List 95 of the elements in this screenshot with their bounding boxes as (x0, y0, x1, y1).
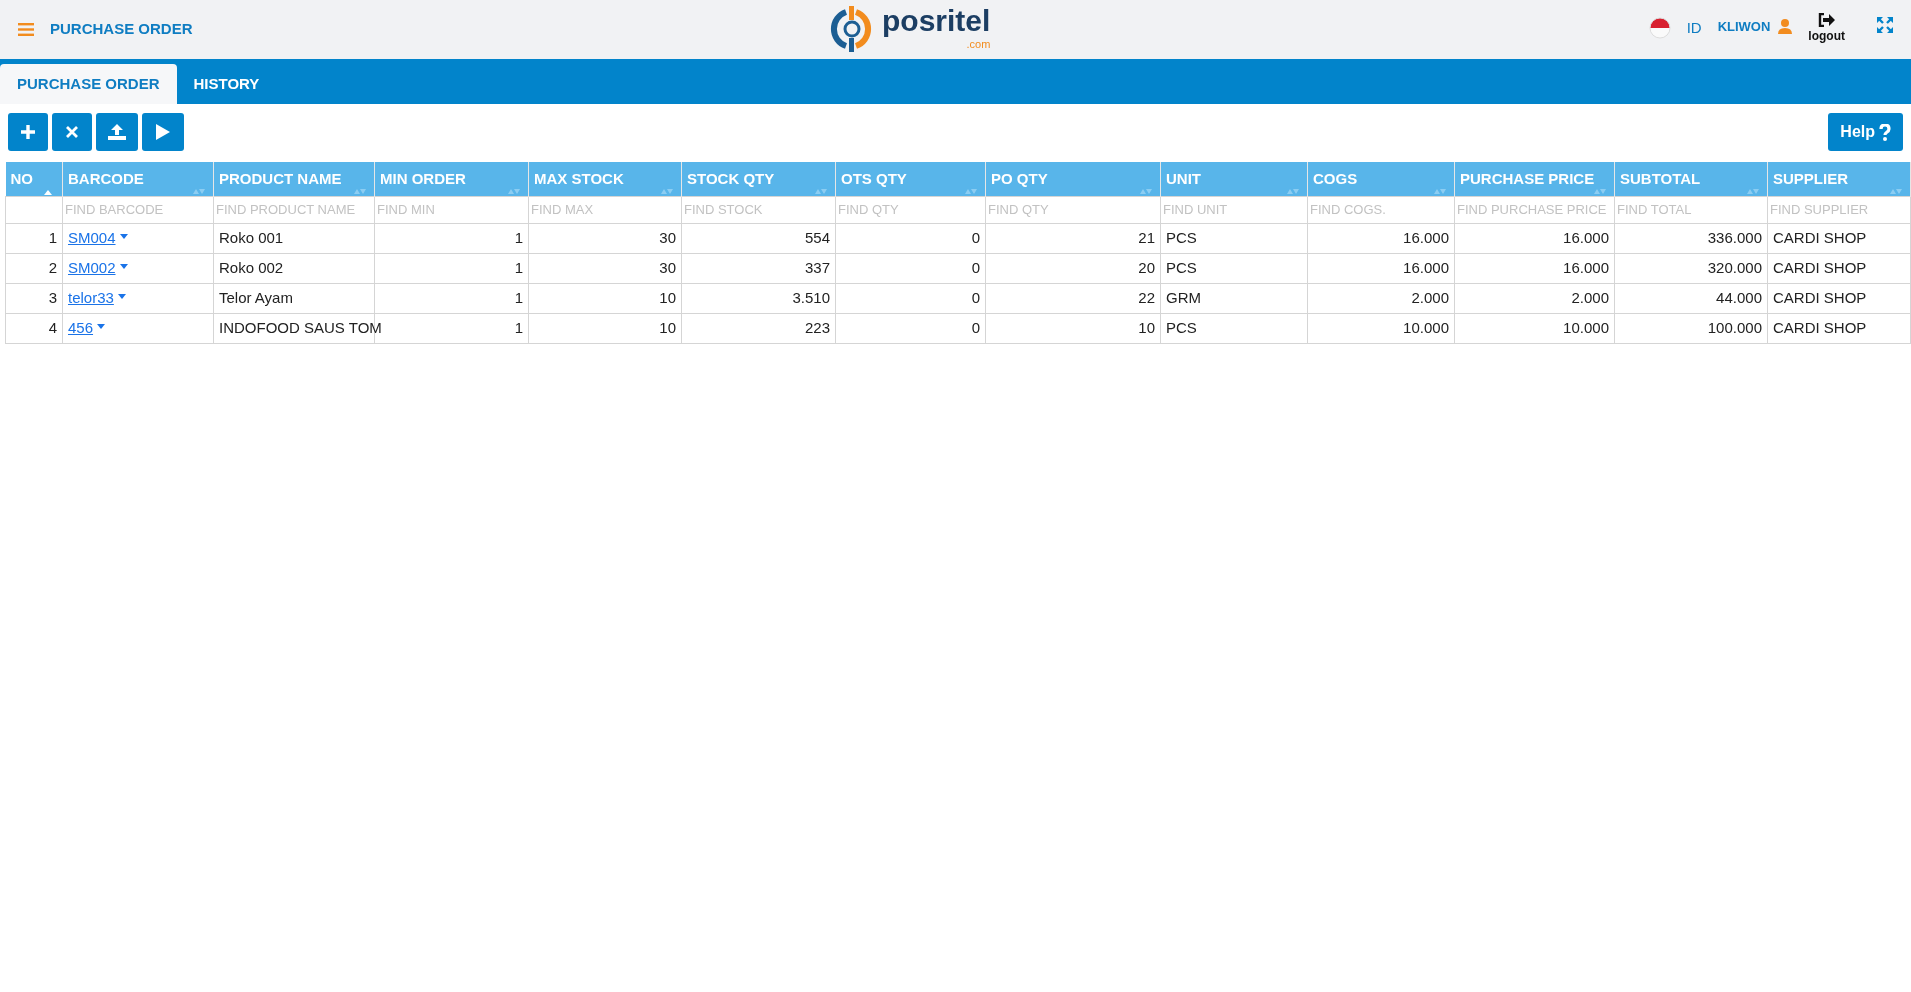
table-cell: 30 (659, 228, 676, 246)
table-cell: CARDI SHOP (1773, 288, 1867, 306)
table-cell: 554 (804, 228, 830, 246)
table-cell: 10 (659, 318, 676, 336)
sort-icon[interactable] (815, 188, 827, 194)
sort-icon[interactable] (661, 188, 673, 194)
flag-icon[interactable] (1648, 16, 1671, 39)
caret-icon[interactable] (119, 233, 128, 239)
table-cell: PCS (1166, 228, 1197, 246)
table-cell: 30 (659, 258, 676, 276)
table-cell: 3 (48, 288, 57, 306)
question-icon (1879, 123, 1891, 141)
table-cell: INDOFOOD SAUS TOM (219, 318, 382, 336)
table-cell: 0 (971, 228, 980, 246)
table-cell: CARDI SHOP (1773, 258, 1867, 276)
barcode-link[interactable]: 456 (68, 318, 94, 336)
play-button[interactable] (142, 113, 184, 151)
sort-icon[interactable] (193, 188, 205, 194)
table-cell: 1 (514, 318, 523, 336)
table-cell: 16.000 (1563, 258, 1609, 276)
table-cell: 1 (514, 258, 523, 276)
table-cell: 10 (1138, 318, 1155, 336)
plus-icon (20, 124, 36, 140)
logo-suffix: .com (966, 37, 991, 52)
caret-icon[interactable] (97, 323, 106, 329)
table-cell: CARDI SHOP (1773, 318, 1867, 336)
sort-icon[interactable] (1594, 188, 1606, 194)
table-cell: 3.510 (792, 288, 830, 306)
table-cell: Roko 001 (219, 228, 284, 246)
sort-icon[interactable] (1140, 188, 1152, 194)
table-cell: 1 (514, 288, 523, 306)
add-button[interactable] (8, 113, 48, 151)
table-cell: 1 (514, 228, 523, 246)
username[interactable]: KLIWON (1717, 16, 1771, 36)
table-cell: 10.000 (1403, 318, 1449, 336)
table-cell: PCS (1166, 258, 1197, 276)
table-cell: Telor Ayam (219, 288, 293, 306)
table-cell: 0 (971, 288, 980, 306)
table-cell: 44.000 (1716, 288, 1762, 306)
sort-icon[interactable] (508, 188, 520, 194)
page-title: PURCHASE ORDER (50, 19, 193, 40)
barcode-link[interactable]: SM004 (68, 228, 116, 246)
table-cell: 16.000 (1403, 258, 1449, 276)
caret-icon[interactable] (119, 263, 128, 269)
table-cell: 2.000 (1411, 288, 1449, 306)
close-icon (66, 126, 78, 138)
table-cell: 16.000 (1403, 228, 1449, 246)
table-cell: 1 (48, 228, 57, 246)
sort-icon[interactable] (1890, 188, 1902, 194)
delete-button[interactable] (52, 113, 92, 151)
logo-text: posritel (882, 5, 991, 36)
barcode-link[interactable]: SM002 (68, 258, 116, 276)
upload-button[interactable] (96, 113, 138, 151)
upload-icon (108, 124, 126, 140)
help-button[interactable]: Help (1828, 113, 1903, 151)
table-cell: 4 (48, 318, 57, 336)
table-cell: 0 (971, 258, 980, 276)
table-cell: 2 (48, 258, 57, 276)
table-cell: 337 (804, 258, 830, 276)
sort-icon[interactable] (965, 188, 977, 194)
sort-icon[interactable] (44, 189, 52, 195)
table-cell: 2.000 (1571, 288, 1609, 306)
logout-icon[interactable] (1818, 12, 1836, 27)
table-cell: 223 (804, 318, 830, 336)
logout-label[interactable]: logout (1808, 26, 1845, 45)
sort-icon[interactable] (1434, 188, 1446, 194)
user-icon[interactable] (1778, 18, 1793, 34)
sort-icon[interactable] (1287, 188, 1299, 194)
caret-icon[interactable] (117, 293, 126, 299)
barcode-link[interactable]: telor33 (68, 288, 114, 306)
table-cell: 336.000 (1707, 228, 1762, 246)
table-cell: 10.000 (1563, 318, 1609, 336)
table-cell: 320.000 (1707, 258, 1762, 276)
table-cell: 0 (971, 318, 980, 336)
table-cell: 22 (1138, 288, 1155, 306)
tab[interactable]: PURCHASE ORDER (0, 64, 177, 104)
sort-icon[interactable] (1747, 188, 1759, 194)
column-header[interactable]: COGS (1313, 169, 1358, 187)
table-cell: PCS (1166, 318, 1197, 336)
play-icon (156, 124, 170, 140)
table-cell: 16.000 (1563, 228, 1609, 246)
language-label[interactable]: ID (1686, 16, 1702, 39)
table-cell: 21 (1138, 228, 1155, 246)
sort-icon[interactable] (354, 188, 366, 194)
table-cell: 100.000 (1707, 318, 1762, 336)
table-cell: 10 (659, 288, 676, 306)
column-header[interactable]: UNIT (1166, 169, 1201, 187)
column-header[interactable]: PO QTY (991, 169, 1048, 187)
table-cell: 20 (1138, 258, 1155, 276)
fullscreen-icon[interactable] (1877, 16, 1893, 33)
table-cell: Roko 002 (219, 258, 284, 276)
tab[interactable]: HISTORY (176, 64, 277, 104)
table-cell: CARDI SHOP (1773, 228, 1867, 246)
table-cell: GRM (1166, 288, 1201, 306)
menu-icon[interactable] (18, 23, 34, 36)
